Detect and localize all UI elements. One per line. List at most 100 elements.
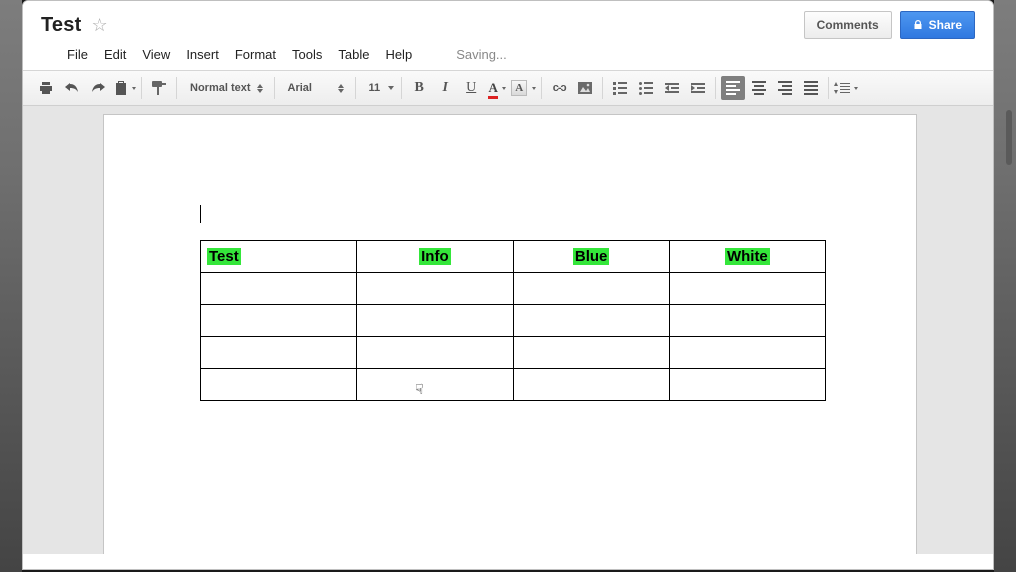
align-right-button[interactable] [773, 76, 797, 100]
insert-link-button[interactable]: c-ɔ [547, 76, 571, 100]
table-cell[interactable] [357, 369, 513, 401]
menu-view[interactable]: View [142, 47, 170, 62]
redo-button[interactable] [86, 76, 110, 100]
table-cell[interactable] [357, 273, 513, 305]
caret-down-icon [854, 87, 858, 90]
numbered-list-icon [613, 82, 627, 95]
menu-edit[interactable]: Edit [104, 47, 126, 62]
table-cell[interactable] [513, 273, 669, 305]
table-cell[interactable] [669, 337, 825, 369]
bulleted-list-button[interactable] [634, 76, 658, 100]
paint-format-button[interactable] [147, 76, 171, 100]
insert-image-button[interactable] [573, 76, 597, 100]
star-icon[interactable]: ☆ [91, 16, 107, 34]
menu-format[interactable]: Format [235, 47, 276, 62]
underline-button[interactable]: U [459, 76, 483, 100]
table-cell[interactable] [513, 337, 669, 369]
font-family-dropdown[interactable]: Arial [280, 76, 350, 100]
table-cell[interactable] [357, 305, 513, 337]
paint-roller-icon [152, 81, 166, 95]
line-spacing-icon [834, 82, 850, 94]
table-cell[interactable]: Blue [513, 241, 669, 273]
print-icon [38, 80, 54, 96]
menu-help[interactable]: Help [385, 47, 412, 62]
font-size-dropdown[interactable]: 11 [361, 76, 397, 100]
align-justify-button[interactable] [799, 76, 823, 100]
comments-label: Comments [817, 18, 879, 32]
table-row [201, 273, 826, 305]
table-cell[interactable] [201, 273, 357, 305]
text-color-button[interactable]: A [485, 76, 509, 100]
table-cell[interactable] [201, 305, 357, 337]
underline-icon: U [466, 80, 476, 96]
share-label: Share [929, 18, 962, 32]
table-cell[interactable] [201, 369, 357, 401]
share-button[interactable]: Share [900, 11, 975, 39]
table-cell[interactable] [669, 369, 825, 401]
table-cell[interactable]: White [669, 241, 825, 273]
caret-down-icon [502, 87, 506, 90]
align-left-icon [726, 81, 740, 95]
table-cell[interactable]: Test [201, 241, 357, 273]
menu-insert[interactable]: Insert [186, 47, 219, 62]
document-title[interactable]: Test [41, 14, 81, 37]
document-table[interactable]: Test Info Blue White [200, 240, 826, 401]
print-button[interactable] [34, 76, 58, 100]
bold-icon: B [415, 80, 424, 96]
save-status: Saving... [456, 47, 507, 62]
table-cell[interactable] [513, 369, 669, 401]
cell-text: White [725, 248, 770, 265]
header: Test ☆ Comments Share File Edit View Ins… [23, 1, 993, 70]
caret-down-icon [388, 86, 394, 90]
align-justify-icon [804, 81, 818, 95]
undo-button[interactable] [60, 76, 84, 100]
caret-down-icon [132, 87, 136, 90]
paragraph-style-label: Normal text [190, 82, 251, 94]
table-cell[interactable] [669, 273, 825, 305]
italic-button[interactable]: I [433, 76, 457, 100]
menu-bar: File Edit View Insert Format Tools Table… [67, 39, 975, 70]
font-size-label: 11 [369, 82, 381, 94]
paste-button[interactable] [112, 76, 136, 100]
paragraph-style-dropdown[interactable]: Normal text [182, 76, 269, 100]
decrease-indent-button[interactable] [660, 76, 684, 100]
caret-down-icon [532, 87, 536, 90]
menu-table[interactable]: Table [338, 47, 369, 62]
table-row: Test Info Blue White [201, 241, 826, 273]
line-spacing-button[interactable] [834, 76, 858, 100]
comments-button[interactable]: Comments [804, 11, 892, 39]
table-cell[interactable]: Info [357, 241, 513, 273]
highlight-color-button[interactable] [511, 76, 536, 100]
table-cell[interactable] [357, 337, 513, 369]
table-row [201, 305, 826, 337]
italic-icon: I [442, 80, 447, 96]
table-cell[interactable] [513, 305, 669, 337]
table-row [201, 337, 826, 369]
table-cell[interactable] [201, 337, 357, 369]
indent-icon [691, 83, 705, 93]
align-center-icon [752, 81, 766, 95]
align-left-button[interactable] [721, 76, 745, 100]
bold-button[interactable]: B [407, 76, 431, 100]
outdent-icon [665, 83, 679, 93]
numbered-list-button[interactable] [608, 76, 632, 100]
toolbar: Normal text Arial 11 [23, 70, 993, 106]
page[interactable]: Test Info Blue White [103, 114, 917, 554]
highlight-icon [511, 80, 527, 96]
table-row [201, 369, 826, 401]
document-canvas[interactable]: Test Info Blue White ☟ [23, 106, 993, 554]
table-cell[interactable] [669, 305, 825, 337]
increase-indent-button[interactable] [686, 76, 710, 100]
sort-icon [257, 84, 263, 93]
lock-icon [913, 20, 923, 30]
menu-tools[interactable]: Tools [292, 47, 322, 62]
sort-icon [338, 84, 344, 93]
text-color-icon: A [488, 80, 497, 96]
clipboard-icon [113, 80, 129, 96]
cell-text: Test [207, 248, 241, 265]
text-cursor [200, 205, 201, 223]
right-chrome-band [994, 0, 1016, 572]
align-center-button[interactable] [747, 76, 771, 100]
left-chrome-band [0, 0, 22, 572]
menu-file[interactable]: File [67, 47, 88, 62]
